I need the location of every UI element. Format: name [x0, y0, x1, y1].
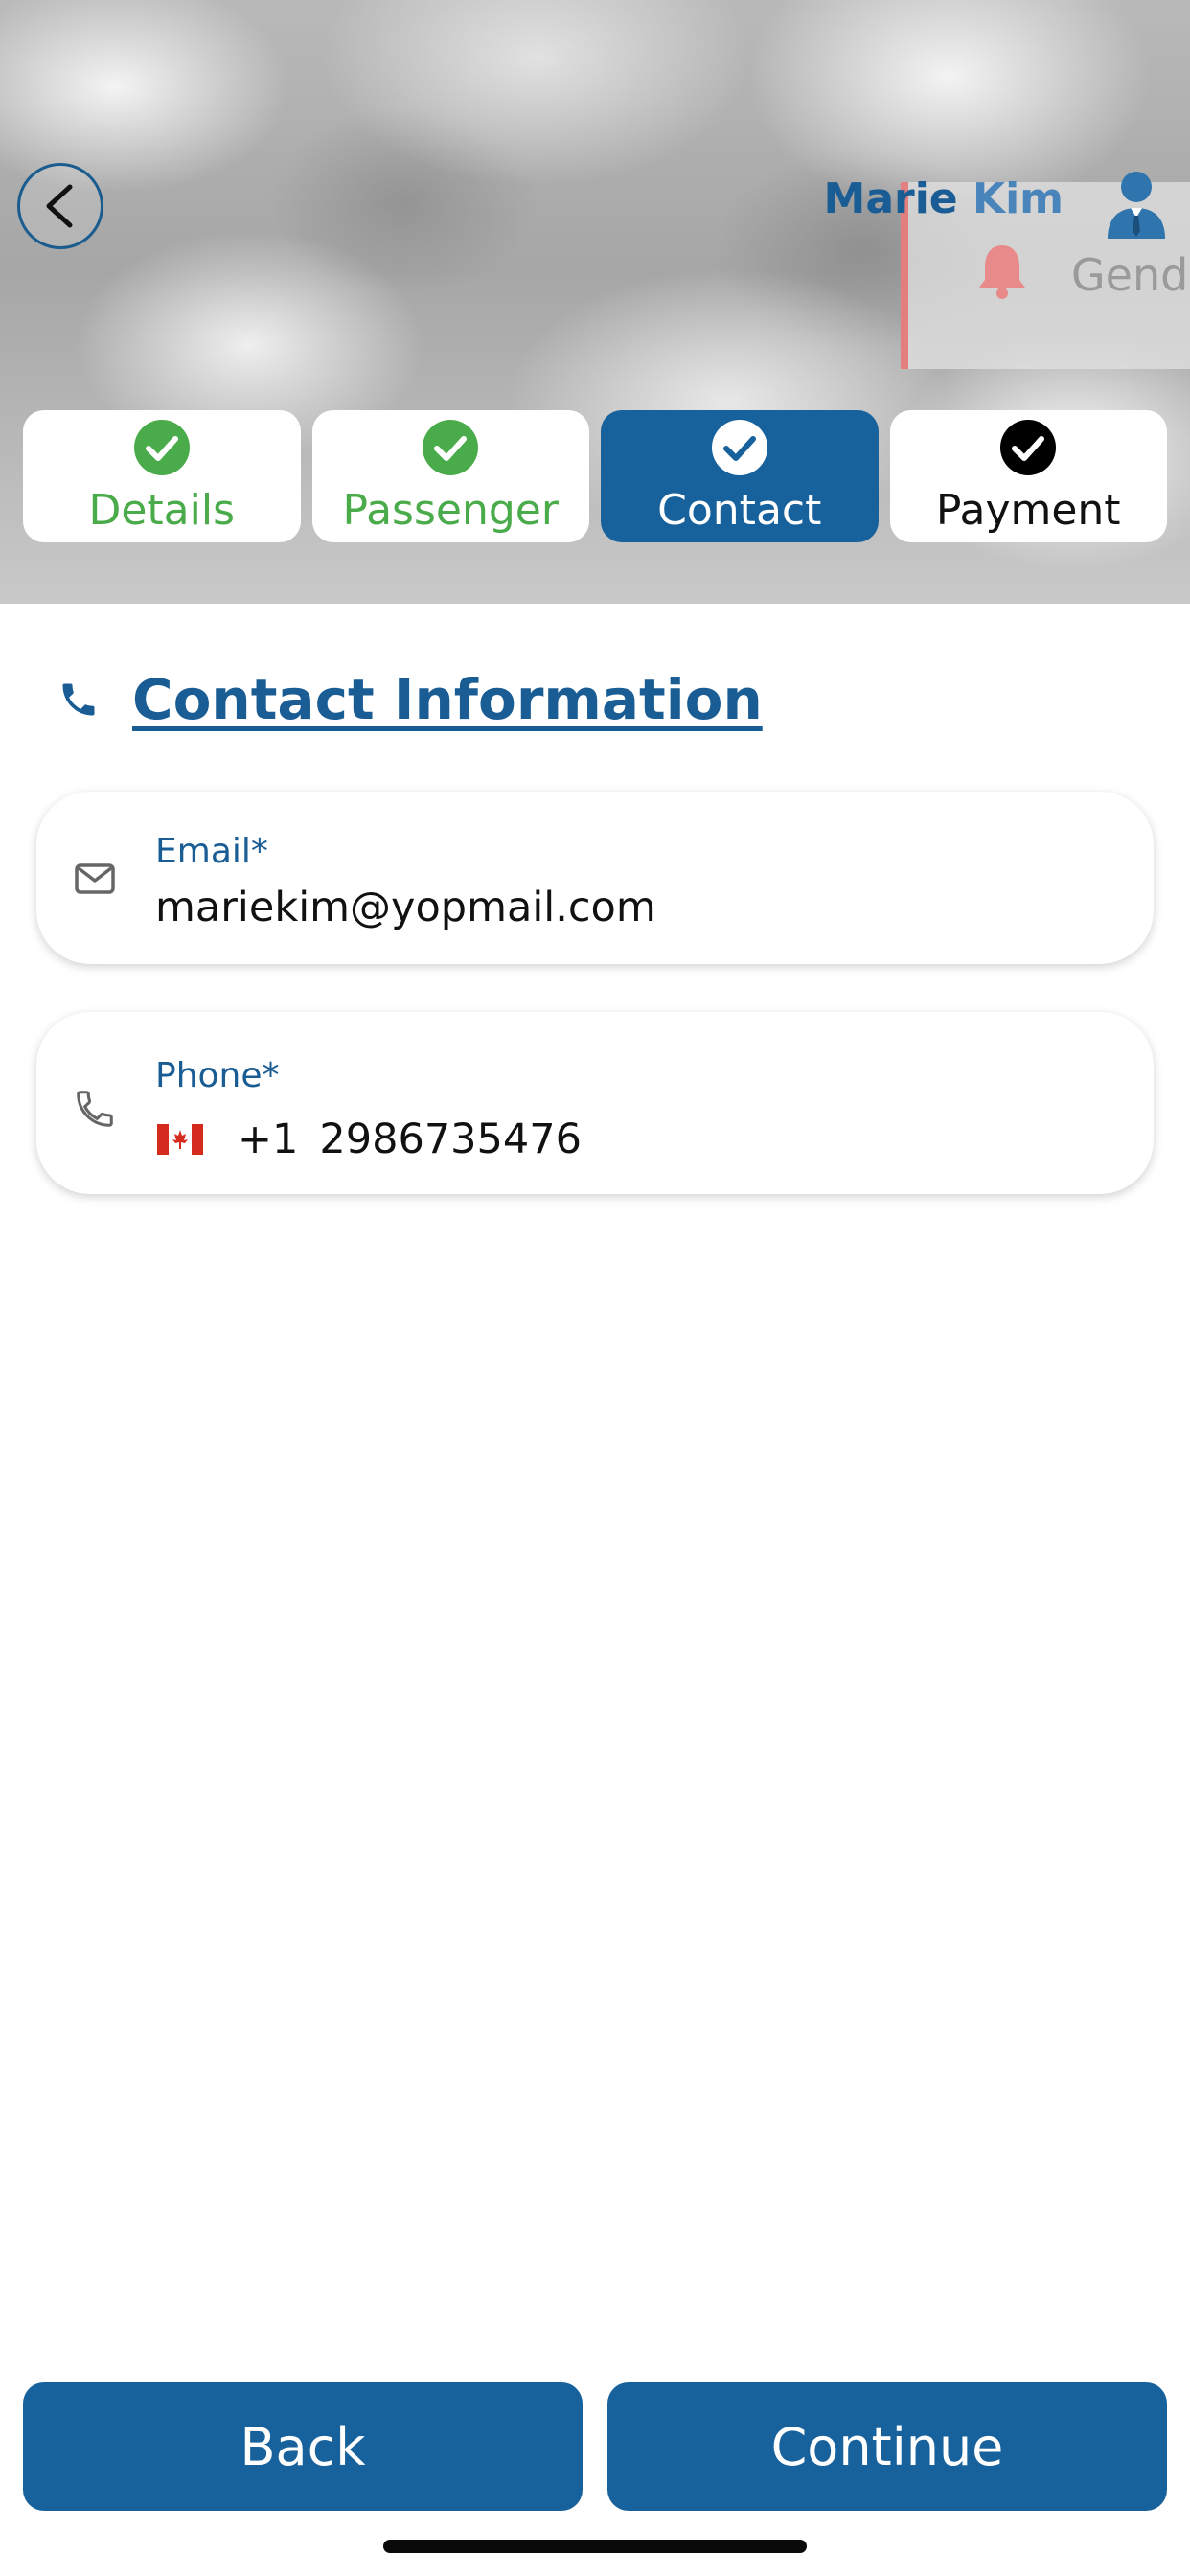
- user-name: Marie Kim: [824, 174, 1064, 223]
- tab-contact[interactable]: Contact: [601, 410, 879, 542]
- header-banner: Gend Marie Kim Details Passenger Contact…: [0, 0, 1190, 604]
- tab-payment[interactable]: Payment: [889, 410, 1167, 542]
- phone-field-label: Phone*: [155, 1056, 280, 1095]
- tab-passenger[interactable]: Passenger: [311, 410, 589, 542]
- phone-field[interactable]: Phone* +1 2986735476: [36, 1012, 1154, 1194]
- dial-code[interactable]: +1: [238, 1116, 298, 1163]
- phone-number-value[interactable]: 2986735476: [319, 1116, 582, 1163]
- user-avatar-icon[interactable]: [1102, 168, 1171, 241]
- check-circle-icon: [1000, 420, 1057, 475]
- back-button[interactable]: Back: [23, 2382, 583, 2511]
- notification-text: Gend: [1071, 249, 1189, 301]
- phone-input-row[interactable]: +1 2986735476: [157, 1116, 582, 1163]
- bell-icon: [979, 245, 1025, 299]
- section-header: Contact Information: [57, 667, 763, 732]
- phone-icon: [62, 683, 95, 716]
- check-circle-icon: [711, 420, 767, 475]
- tab-passenger-label: Passenger: [342, 486, 559, 535]
- phone-icon: [77, 1091, 113, 1127]
- email-field-value[interactable]: mariekim@yopmail.com: [155, 884, 656, 932]
- email-field[interactable]: Email* mariekim@yopmail.com: [36, 792, 1154, 964]
- check-circle-icon: [133, 420, 190, 475]
- check-circle-icon: [423, 420, 479, 475]
- user-last-name: Kim: [972, 174, 1064, 223]
- continue-button[interactable]: Continue: [607, 2382, 1167, 2511]
- back-nav-button[interactable]: [17, 163, 103, 249]
- booking-stepper: Details Passenger Contact Payment: [23, 410, 1167, 542]
- mail-icon: [75, 863, 115, 894]
- tab-details[interactable]: Details: [23, 410, 301, 542]
- tab-details-label: Details: [88, 486, 236, 535]
- chevron-left-icon: [46, 184, 73, 228]
- tab-contact-label: Contact: [657, 486, 822, 535]
- email-field-label: Email*: [155, 832, 268, 871]
- tab-payment-label: Payment: [935, 486, 1121, 535]
- canada-flag-icon[interactable]: [157, 1124, 203, 1155]
- user-first-name: Marie: [823, 174, 958, 223]
- section-title: Contact Information: [132, 667, 763, 732]
- home-indicator: [383, 2540, 807, 2553]
